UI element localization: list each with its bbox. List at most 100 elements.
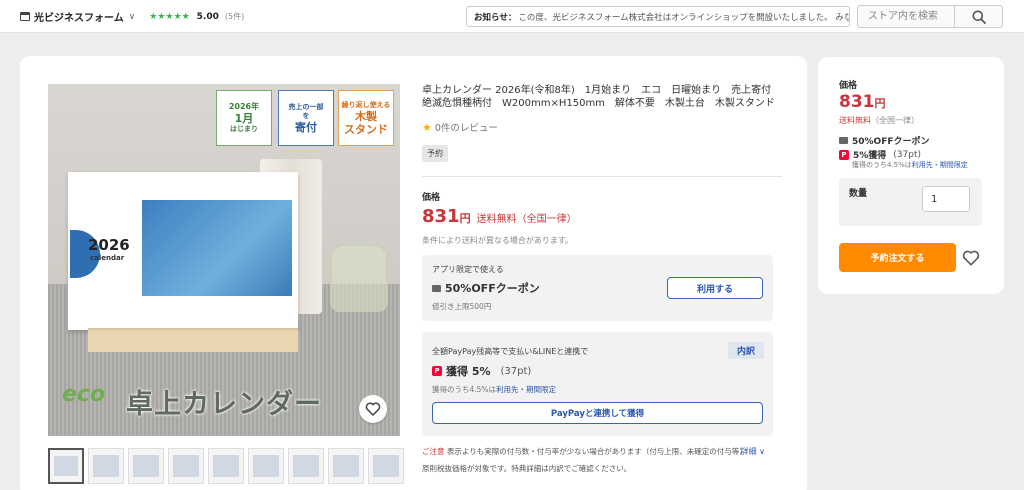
note-text: 表示よりも実際の付与数・付与率が少ない場合があります（付与上限、未確定の付与等） — [446, 447, 747, 456]
notice-bar[interactable]: お知らせ： この度、光ビジネスフォーム株式会社はオンラインショップを開設いたしま… — [466, 6, 850, 27]
thumbnail[interactable] — [48, 448, 84, 484]
preorder-button[interactable]: 予約注文する — [839, 243, 956, 272]
heart-icon — [365, 402, 381, 416]
badge2-line2: を — [302, 111, 310, 120]
thumbnail-image — [93, 455, 119, 477]
ticket-icon — [839, 137, 848, 144]
eco-banner: eco 卓上カレンダー — [48, 380, 400, 436]
paypay-icon: P — [839, 149, 849, 160]
eco-word: eco — [62, 382, 106, 407]
store-name[interactable]: 光ビジネスフォーム — [34, 9, 124, 24]
store-icon — [20, 12, 30, 21]
thumbnail-image — [213, 455, 239, 477]
product-main-card: 2026年 1月 はじまり 売上の一部 を 寄付 繰り返し使える 木製 スタンド… — [20, 56, 807, 490]
point-sub-link[interactable]: 利用先・期間限定 — [496, 385, 556, 394]
price-row: 831円 送料無料（全国一律） — [422, 206, 782, 227]
header: 光ビジネスフォーム ∨ ★★★★★ 5.00 (5件) お知らせ： この度、光ビ… — [0, 0, 1024, 33]
photo-jar — [330, 244, 388, 312]
coupon-title-row: 50%OFFクーポン — [432, 280, 540, 296]
badge1-line3: はじまり — [230, 125, 258, 133]
point-main: 獲得 5% — [446, 365, 491, 378]
side-shipping: 送料無料（全国一律） — [839, 115, 919, 126]
badge-donation: 売上の一部 を 寄付 — [278, 90, 334, 146]
calendar-artwork — [142, 200, 292, 296]
quantity-label: 数量 — [849, 189, 868, 199]
badge-start-month: 2026年 1月 はじまり — [216, 90, 272, 146]
rating-count[interactable]: (5件) — [225, 11, 244, 22]
quantity-input[interactable] — [922, 186, 970, 212]
thumbnail[interactable] — [208, 448, 244, 484]
thumbnail[interactable] — [368, 448, 404, 484]
paypay-icon: P — [432, 366, 442, 376]
favorite-button-photo[interactable] — [359, 395, 387, 423]
side-coupon-row: 50%OFFクーポン — [839, 134, 930, 147]
badge-wood-stand: 繰り返し使える 木製 スタンド — [338, 90, 394, 146]
calendar-word: calendar — [90, 254, 125, 262]
purchase-card: 価格 831 円 送料無料（全国一律） 50%OFFクーポン P 5%獲得 (37… — [818, 57, 1004, 294]
product-photo[interactable]: 2026年 1月 はじまり 売上の一部 を 寄付 繰り返し使える 木製 スタンド… — [48, 84, 400, 436]
side-sub-link[interactable]: 利用先・期間限定 — [912, 161, 968, 169]
side-sub-prefix: 獲得のうち4.5%は — [852, 161, 912, 169]
review-link[interactable]: ★ 0件のレビュー — [422, 120, 782, 135]
thumbnail-image — [333, 455, 359, 477]
thumbnail[interactable] — [128, 448, 164, 484]
coupon-label: アプリ限定で使える — [432, 265, 504, 274]
heart-icon — [962, 250, 980, 266]
chevron-down-icon: ∨ — [759, 447, 765, 456]
point-label: 全額PayPay残高等で支払い&LINEと連携で — [432, 347, 589, 356]
note-label: ご注意 — [422, 447, 445, 456]
point-sub-prefix: 獲得のうち4.5%は — [432, 385, 497, 394]
detail-label[interactable]: 詳細 — [741, 447, 757, 456]
point-pt: (37pt) — [500, 365, 532, 377]
thumbnail-image — [173, 455, 199, 477]
thumbnail[interactable] — [328, 448, 364, 484]
side-price-value: 831 — [839, 92, 875, 112]
thumbnail[interactable] — [288, 448, 324, 484]
badge1-line1: 2026年 — [228, 102, 260, 111]
badge3-line1: 繰り返し使える — [341, 100, 391, 109]
calendar-wood-base — [88, 328, 298, 352]
shipping-condition: 条件により送料が異なる場合があります。 — [422, 236, 574, 245]
point-box: 全額PayPay残高等で支払い&LINEと連携で 内訳 P 獲得 5% (37p… — [422, 332, 773, 436]
side-coupon: 50%OFFクーポン — [852, 137, 930, 147]
side-ship: 送料無料 — [839, 116, 871, 125]
note2: 原則税抜価格が対象です。特典詳細は内訳でご確認ください。 — [422, 464, 632, 473]
thumbnail[interactable] — [248, 448, 284, 484]
store-selector[interactable]: 光ビジネスフォーム ∨ ★★★★★ 5.00 (5件) — [20, 0, 244, 33]
eco-title: 卓上カレンダー — [126, 389, 322, 420]
chevron-down-icon[interactable]: ∨ — [129, 12, 136, 22]
use-coupon-button[interactable]: 利用する — [667, 277, 763, 299]
rating-stars: ★★★★★ — [149, 11, 190, 22]
notice-text[interactable]: この度、光ビジネスフォーム株式会社はオンラインショップを開設いたしました。 みな… — [518, 11, 849, 23]
side-price-yen: 円 — [874, 97, 886, 110]
quantity-box: 数量 — [839, 178, 982, 226]
divider — [422, 176, 782, 177]
coupon-title: 50%OFFクーポン — [445, 282, 540, 295]
detail-toggle[interactable]: 詳細 ∨ — [741, 446, 765, 457]
calendar-year: 2026 — [88, 236, 130, 254]
thumbnail-image — [54, 456, 78, 476]
product-info: 卓上カレンダー 2026年(令和8年) 1月始まり エコ 日曜始まり 売上寄付 … — [422, 84, 782, 474]
search-button[interactable] — [954, 6, 1002, 27]
ticket-icon — [432, 284, 441, 292]
store-search — [857, 5, 1003, 28]
star-icon: ★ — [422, 120, 432, 134]
badge2-line3: 寄付 — [295, 120, 317, 134]
badge3-line3: スタンド — [344, 122, 388, 136]
price-value: 831 — [422, 206, 460, 227]
badge2-line1: 売上の一部 — [288, 102, 324, 111]
thumbnail-image — [253, 455, 279, 477]
side-price-row: 831 円 — [839, 92, 886, 112]
notice-label: お知らせ： — [474, 12, 517, 23]
review-text[interactable]: 0件のレビュー — [435, 120, 498, 134]
search-icon — [972, 10, 986, 24]
side-price-label: 価格 — [839, 81, 858, 91]
breakdown-button[interactable]: 内訳 — [728, 342, 764, 359]
preorder-tag: 予約 — [422, 145, 448, 162]
thumbnail[interactable] — [88, 448, 124, 484]
favorite-button[interactable] — [960, 247, 982, 269]
thumbnail[interactable] — [168, 448, 204, 484]
photo-calendar: 2026 calendar — [68, 172, 298, 330]
paypay-link-button[interactable]: PayPayと連携して獲得 — [432, 402, 763, 424]
search-input[interactable] — [858, 6, 954, 27]
